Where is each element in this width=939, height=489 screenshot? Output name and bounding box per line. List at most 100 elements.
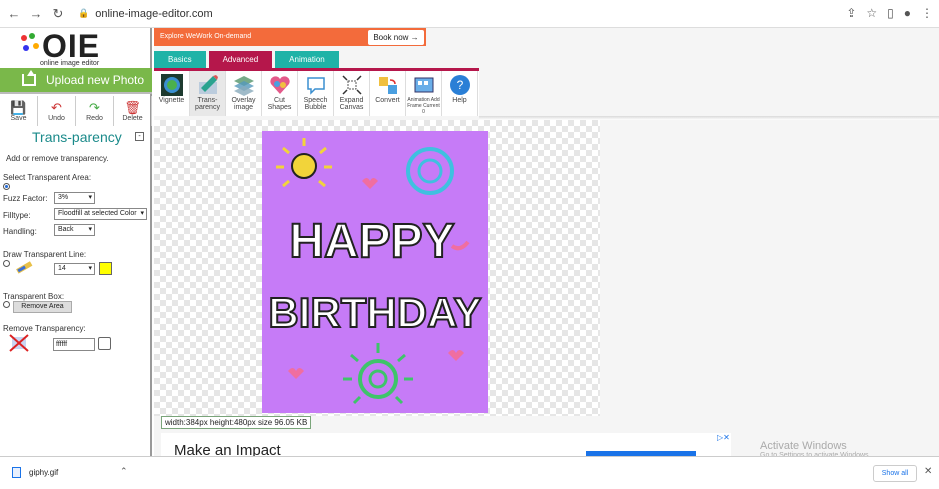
delete-label: Delete (122, 114, 143, 122)
redo-icon: ↷ (89, 99, 100, 115)
browser-toolbar: ← → ↻ 🔒 online-image-editor.com ⇪ ☆ ▯ ● … (0, 0, 939, 28)
cut-shapes-label: Cut Shapes (267, 97, 292, 111)
top-ad-text: Explore WeWork On-demand (160, 33, 252, 40)
tab-bar: Basics Advanced Animation (154, 51, 339, 68)
redo-label: Redo (86, 114, 103, 122)
overlay-label: Overlay image (231, 97, 256, 111)
expand-icon (341, 75, 362, 95)
url-text: online-image-editor.com (95, 7, 213, 20)
animation-tool[interactable]: Animation Add Frame Current 0 (406, 71, 442, 116)
vignette-icon (160, 74, 183, 96)
speech-bubble-tool[interactable]: Speech Bubble (298, 71, 334, 116)
fuzz-select[interactable]: 3% (54, 192, 95, 204)
speech-bubble-icon (306, 77, 325, 95)
color-hex-input[interactable]: ffffff (53, 338, 95, 351)
tab-basics[interactable]: Basics (154, 51, 206, 68)
fuzz-label: Fuzz Factor: (3, 194, 48, 203)
expand-canvas-label: Expand Canvas (339, 97, 364, 111)
select-area-label: Select Transparent Area: (3, 173, 92, 182)
remove-transparency-label: Remove Transparency: (3, 324, 86, 333)
sidebar-icon[interactable]: ▯ (887, 6, 894, 20)
line-size-select[interactable]: 14 (54, 263, 95, 275)
convert-icon (378, 77, 397, 94)
transparent-box-label: Transparent Box: (3, 292, 65, 301)
download-file-name[interactable]: giphy.gif (29, 468, 58, 477)
tab-animation[interactable]: Animation (275, 51, 339, 68)
filltype-label: Filltype: (3, 211, 31, 220)
handling-label: Handling: (3, 227, 37, 236)
chevron-up-icon[interactable]: ⌃ (120, 466, 128, 477)
color-picker-swatch[interactable] (98, 337, 111, 350)
undo-icon: ↶ (51, 99, 62, 115)
logo-mark-icon (21, 33, 39, 51)
line-color-swatch[interactable] (99, 262, 112, 275)
handling-select[interactable]: Back (54, 224, 95, 236)
remove-transparency-icon[interactable] (8, 333, 30, 353)
transparent-box-radio[interactable] (3, 301, 10, 308)
main-area: Explore WeWork On-demand Book now → Basi… (154, 28, 939, 459)
logo-subtitle: online image editor (40, 60, 100, 67)
draw-line-radio[interactable] (3, 260, 10, 267)
delete-button[interactable]: 🗑 Delete (114, 96, 152, 126)
overlay-icon (233, 76, 254, 96)
brush-icon (16, 261, 33, 274)
remove-area-button[interactable]: Remove Area (13, 301, 72, 313)
image-dimensions: width:384px height:480px size 96.05 KB (161, 416, 312, 429)
advanced-toolbar: Vignette Trans- parency Overlay image Cu… (154, 68, 479, 116)
left-panel: OIE online image editor Upload new Photo… (0, 28, 152, 456)
top-ad[interactable]: Explore WeWork On-demand Book now → (154, 28, 426, 46)
save-label: Save (10, 114, 27, 122)
transparency-label: Trans- parency (195, 97, 220, 111)
book-now-button[interactable]: Book now → (368, 30, 424, 45)
help-tool[interactable]: ? Help (442, 71, 478, 116)
cut-shapes-tool[interactable]: Cut Shapes (262, 71, 298, 116)
profile-icon[interactable]: ● (904, 6, 911, 20)
share-icon[interactable]: ⇪ (846, 6, 856, 20)
animation-frames-icon (414, 77, 433, 93)
vignette-label: Vignette (158, 97, 185, 104)
close-icon[interactable]: ✕ (924, 466, 932, 477)
filltype-select[interactable]: Floodfill at selected Color (54, 208, 147, 220)
select-area-radio[interactable] (3, 183, 10, 190)
menu-icon[interactable]: ⋮ (921, 6, 933, 20)
convert-tool[interactable]: Convert (370, 71, 406, 116)
undo-label: Undo (48, 114, 65, 122)
vignette-tool[interactable]: Vignette (154, 71, 190, 116)
panel-title: Trans-parency (32, 129, 122, 145)
canvas-text-line2: BIRTHDAY (268, 289, 481, 336)
convert-label: Convert (375, 97, 400, 104)
birthday-image: HAPPY BIRTHDAY (267, 138, 483, 405)
logo[interactable]: OIE online image editor (21, 28, 132, 72)
undo-button[interactable]: ↶ Undo (38, 96, 76, 126)
ad-close-icon[interactable]: ▷✕ (717, 433, 730, 442)
edit-tools: 💾 Save ↶ Undo ↷ Redo 🗑 Delete (0, 96, 152, 126)
save-icon: 💾 (10, 99, 27, 115)
svg-text:?: ? (456, 78, 463, 92)
draw-line-label: Draw Transparent Line: (3, 250, 87, 259)
save-button[interactable]: 💾 Save (0, 96, 38, 126)
expand-canvas-tool[interactable]: Expand Canvas (334, 71, 370, 116)
tab-advanced[interactable]: Advanced (208, 51, 273, 68)
transparency-tool[interactable]: Trans- parency (190, 71, 226, 116)
help-icon: ? (449, 75, 470, 95)
back-icon[interactable]: ← (6, 6, 22, 22)
address-bar[interactable]: 🔒 online-image-editor.com (78, 8, 213, 20)
upload-icon (22, 70, 36, 86)
show-all-button[interactable]: Show all (873, 465, 917, 482)
bottom-ad[interactable]: Make an Impact ▷✕ (161, 433, 731, 459)
heart-icon (269, 76, 290, 94)
lock-icon: 🔒 (78, 8, 90, 18)
activate-title: Activate Windows (760, 440, 847, 452)
redo-button[interactable]: ↷ Redo (76, 96, 114, 126)
transparency-icon (198, 75, 218, 94)
reload-icon[interactable]: ↻ (50, 6, 66, 22)
overlay-tool[interactable]: Overlay image (226, 71, 262, 116)
image-canvas[interactable]: HAPPY BIRTHDAY (262, 131, 488, 413)
download-bar: giphy.gif ⌃ Show all ✕ (0, 456, 939, 489)
animation-label: Animation Add Frame Current 0 (407, 97, 440, 115)
collapse-icon[interactable]: - (135, 132, 144, 141)
star-icon[interactable]: ☆ (866, 6, 877, 20)
upload-button[interactable]: Upload new Photo (0, 68, 152, 94)
help-label: Help (452, 97, 467, 104)
forward-icon[interactable]: → (28, 6, 44, 22)
